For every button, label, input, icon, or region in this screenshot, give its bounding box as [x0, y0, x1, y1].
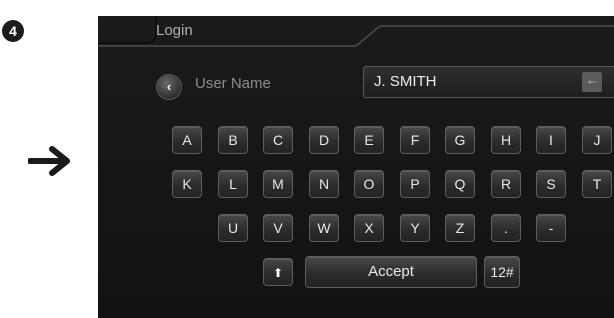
key-y[interactable]: Y [400, 214, 430, 242]
accept-button[interactable]: Accept [305, 256, 477, 288]
key-z[interactable]: Z [445, 214, 475, 242]
key-t[interactable]: T [582, 170, 612, 198]
key-k[interactable]: K [172, 170, 202, 198]
key-i[interactable]: I [536, 126, 566, 154]
username-input[interactable]: J. SMITH [363, 66, 614, 98]
key-b[interactable]: B [218, 126, 248, 154]
backspace-button[interactable]: 🠔 [582, 72, 602, 92]
key-v[interactable]: V [263, 214, 293, 242]
numeric-symbols-key[interactable]: 12# [484, 256, 520, 288]
shift-key[interactable]: ⬆ [263, 258, 293, 286]
key-f[interactable]: F [400, 126, 430, 154]
key-x[interactable]: X [354, 214, 384, 242]
key-d[interactable]: D [309, 126, 339, 154]
key-c[interactable]: C [263, 126, 293, 154]
touchscreen-display: Login ‹ User Name J. SMITH 🠔 A B C D E F… [98, 16, 614, 318]
back-button[interactable]: ‹ [156, 74, 182, 100]
key-g[interactable]: G [445, 126, 475, 154]
step-number-badge: 4 [2, 20, 24, 42]
backspace-arrow-icon: 🠔 [586, 75, 598, 89]
key-h[interactable]: H [491, 126, 521, 154]
key-n[interactable]: N [309, 170, 339, 198]
key-o[interactable]: O [354, 170, 384, 198]
key-r[interactable]: R [491, 170, 521, 198]
key-l[interactable]: L [218, 170, 248, 198]
shift-up-arrow-icon: ⬆ [272, 266, 284, 280]
key-w[interactable]: W [309, 214, 339, 242]
username-label: User Name [195, 75, 271, 92]
key-q[interactable]: Q [445, 170, 475, 198]
key-p[interactable]: P [400, 170, 430, 198]
right-arrow-icon [28, 146, 70, 176]
key-u[interactable]: U [218, 214, 248, 242]
key-period[interactable]: . [491, 214, 521, 242]
key-s[interactable]: S [536, 170, 566, 198]
chevron-left-icon: ‹ [166, 79, 172, 94]
key-a[interactable]: A [172, 126, 202, 154]
key-hyphen[interactable]: - [536, 214, 566, 242]
key-m[interactable]: M [263, 170, 293, 198]
page-title: Login [156, 22, 193, 39]
key-j[interactable]: J [582, 126, 612, 154]
key-e[interactable]: E [354, 126, 384, 154]
